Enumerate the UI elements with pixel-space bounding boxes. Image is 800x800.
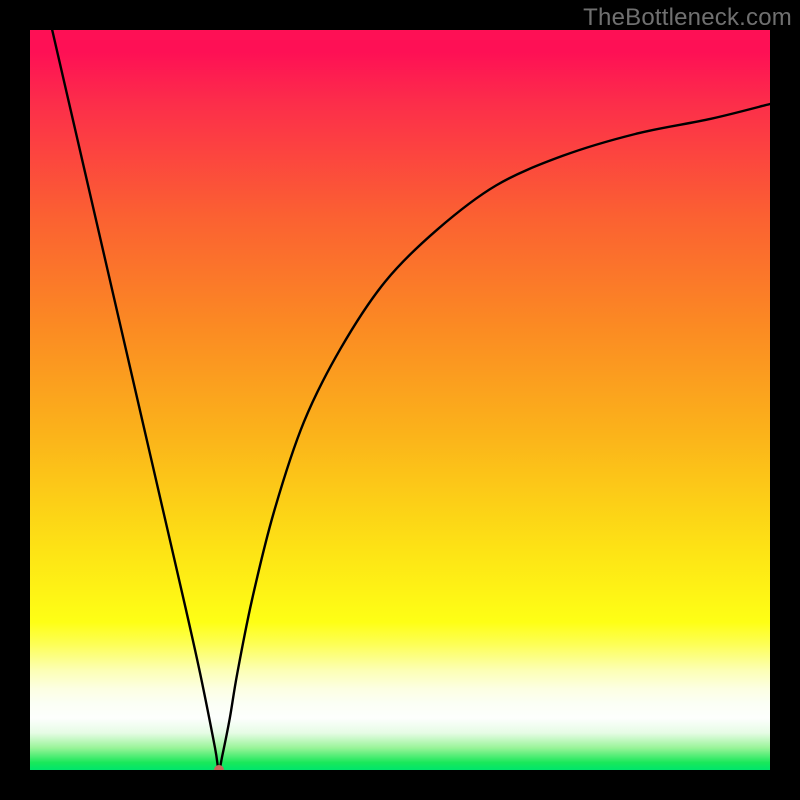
watermark-text: TheBottleneck.com (583, 4, 792, 32)
chart-frame: TheBottleneck.com (0, 0, 800, 800)
minimum-marker (214, 765, 224, 770)
plot-area (30, 30, 770, 770)
bottleneck-curve (30, 30, 770, 770)
